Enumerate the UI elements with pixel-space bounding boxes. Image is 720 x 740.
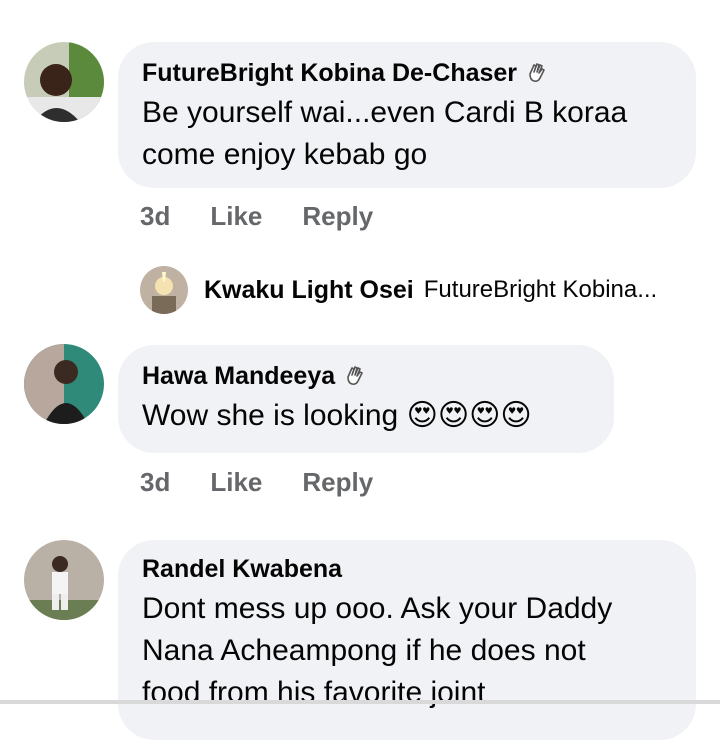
waving-hand-icon xyxy=(343,364,367,388)
timestamp[interactable]: 3d xyxy=(140,467,170,498)
comment-text-line: Dont mess up ooo. Ask your Daddy xyxy=(142,592,613,625)
avatar[interactable] xyxy=(140,266,188,314)
comment-text: Be yourself wai...even Cardi B koraa com… xyxy=(142,92,670,176)
comment-text: Wow she is looking 😍😍😍😍 xyxy=(142,395,588,437)
comment-text-line: Be yourself wai...even Cardi B koraa xyxy=(142,96,628,129)
like-button[interactable]: Like xyxy=(210,467,262,498)
avatar[interactable] xyxy=(24,42,104,122)
comment-author[interactable]: FutureBright Kobina De-Chaser xyxy=(142,58,670,88)
comment-text-line: Nana Acheampong if he does not xyxy=(142,634,586,667)
author-name[interactable]: Hawa Mandeeya xyxy=(142,361,335,391)
reply-preview[interactable]: Kwaku Light Osei FutureBright Kobina... xyxy=(140,266,657,314)
comment-author[interactable]: Randel Kwabena xyxy=(142,554,670,584)
comment-text-line: come enjoy kebab go xyxy=(142,138,428,171)
like-button[interactable]: Like xyxy=(210,201,262,232)
author-name[interactable]: FutureBright Kobina De-Chaser xyxy=(142,58,517,88)
reply-preview-text: FutureBright Kobina... xyxy=(423,276,658,303)
scroll-edge-divider xyxy=(0,700,720,704)
comment-bubble: Randel Kwabena Dont mess up ooo. Ask you… xyxy=(118,540,696,740)
author-name[interactable]: Randel Kwabena xyxy=(142,554,342,584)
avatar[interactable] xyxy=(24,540,104,620)
reply-author[interactable]: Kwaku Light Osei xyxy=(204,276,414,305)
comment-text: Dont mess up ooo. Ask your Daddy Nana Ac… xyxy=(142,588,670,714)
comment-actions: 3d Like Reply xyxy=(140,467,373,498)
comment-author[interactable]: Hawa Mandeeya xyxy=(142,361,588,391)
comment-bubble: Hawa Mandeeya Wow she is looking 😍😍😍😍 xyxy=(118,345,614,453)
reply-button[interactable]: Reply xyxy=(302,467,373,498)
comment-text-line: food from his favorite joint xyxy=(142,676,486,709)
timestamp[interactable]: 3d xyxy=(140,201,170,232)
reply-button[interactable]: Reply xyxy=(302,201,373,232)
heart-eyes-emoji-icon: 😍😍😍😍 xyxy=(406,399,532,432)
comment-text-line: Wow she is looking xyxy=(142,399,399,432)
comment-actions: 3d Like Reply xyxy=(140,201,373,232)
avatar[interactable] xyxy=(24,344,104,424)
comment-bubble: FutureBright Kobina De-Chaser Be yoursel… xyxy=(118,42,696,188)
waving-hand-icon xyxy=(525,61,549,85)
